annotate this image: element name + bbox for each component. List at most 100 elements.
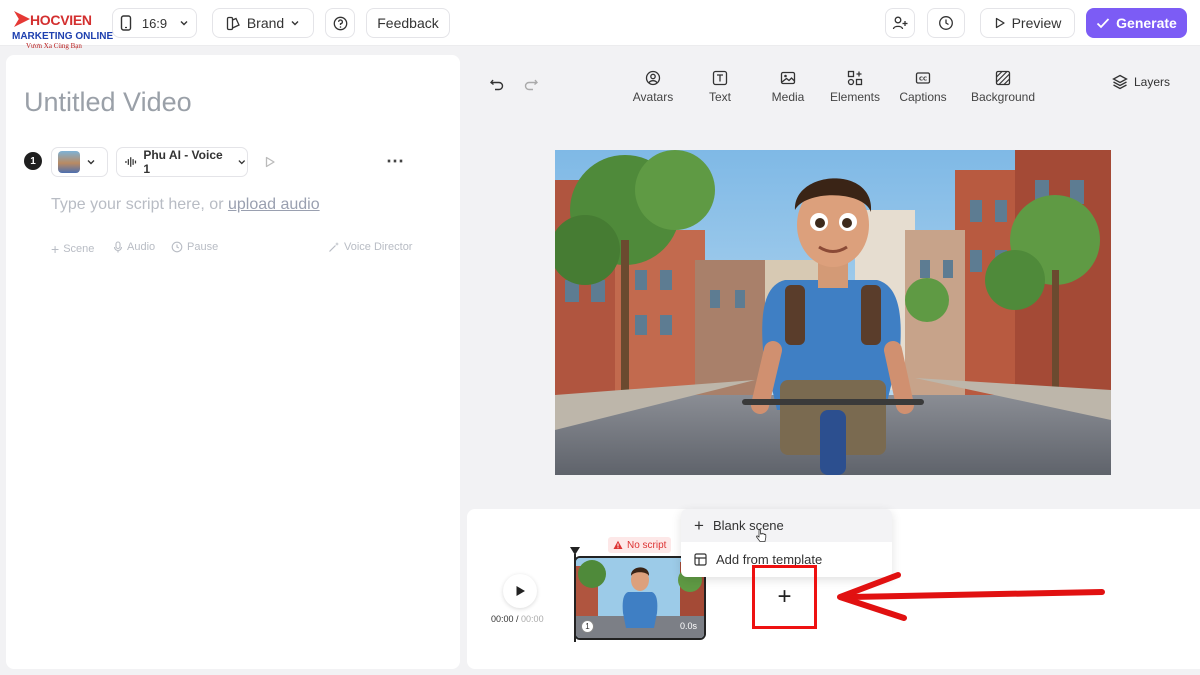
cursor-hand-icon [756, 529, 767, 542]
logo-line-2: MARKETING ONLINE [12, 31, 114, 42]
check-icon [1097, 18, 1110, 29]
scene-number-badge: 1 [24, 152, 42, 170]
layers-icon [1112, 74, 1128, 90]
add-scene-plus: + [777, 583, 792, 610]
generate-button[interactable]: Generate [1086, 8, 1187, 38]
voice-name: Phu AI - Voice 1 [143, 148, 223, 176]
captions-icon: CC [915, 72, 931, 84]
scene-thumbnail-number: 1 [581, 620, 594, 633]
layers-label: Layers [1134, 75, 1171, 89]
pause-option-label: Pause [187, 241, 219, 253]
magic-wand-icon [329, 242, 339, 252]
template-icon [694, 553, 707, 566]
script-input[interactable]: Type your script here, or upload audio [51, 196, 320, 214]
voice-director-label: Voice Director [344, 241, 413, 253]
add-user-icon [892, 16, 908, 30]
blank-scene-label: Blank scene [712, 518, 784, 533]
playhead-line [574, 554, 576, 642]
avatar [58, 151, 80, 173]
layers-button[interactable]: Layers [1112, 74, 1170, 90]
brand-logo: HOCVIEN MARKETING ONLINE Vươn Xa Cùng Bạ… [10, 9, 114, 50]
avatar-select[interactable] [51, 147, 108, 177]
video-title[interactable]: Untitled Video [24, 87, 192, 118]
help-icon [333, 16, 347, 30]
timeline-time-readout: 00:00 / 00:00 [491, 614, 544, 624]
annotation-arrow-icon [837, 572, 1105, 621]
svg-text:CC: CC [919, 77, 927, 83]
preview-button[interactable]: Preview [980, 8, 1075, 38]
aspect-ratio-label: 16:9 [141, 15, 168, 31]
logo-mark-icon [14, 11, 30, 27]
tool-media[interactable]: Media [751, 70, 825, 110]
microphone-icon [113, 241, 123, 253]
chevron-down-icon [291, 21, 299, 26]
plus-icon: + [694, 516, 704, 535]
chevron-down-icon [238, 160, 246, 165]
total-time: 00:00 [521, 614, 544, 624]
tool-label: Elements [829, 90, 881, 104]
brand-select[interactable]: Brand [212, 8, 314, 38]
play-icon [516, 586, 525, 596]
add-audio-option[interactable]: Audio [113, 241, 155, 253]
phone-icon [120, 15, 132, 31]
no-script-warning-badge: No script [608, 537, 672, 553]
chevron-down-icon [87, 160, 95, 165]
tool-label: Text [708, 90, 731, 104]
script-placeholder: Type your script here, or [51, 196, 224, 213]
tool-label: Background [970, 90, 1036, 104]
voice-director-option[interactable]: Voice Director [328, 241, 412, 253]
logo-line-3: Vươn Xa Cùng Bạn [26, 42, 82, 50]
shapes-icon [847, 70, 863, 86]
top-bar: HOCVIEN MARKETING ONLINE Vươn Xa Cùng Bạ… [0, 0, 1200, 50]
undo-icon[interactable] [489, 75, 505, 91]
tool-elements[interactable]: Elements [818, 70, 892, 110]
image-icon [780, 71, 796, 85]
timeline-play-button[interactable] [503, 574, 537, 608]
tool-label: Avatars [632, 90, 674, 104]
generate-label: Generate [1116, 15, 1177, 31]
background-pattern-icon [995, 70, 1011, 86]
feedback-label: Feedback [377, 15, 439, 31]
invite-user-button[interactable] [885, 8, 915, 38]
history-button[interactable] [927, 8, 965, 38]
preview-label: Preview [1011, 15, 1062, 31]
add-pause-option[interactable]: Pause [171, 241, 218, 253]
play-voice-button[interactable] [256, 147, 284, 177]
scene-thumbnail-duration: 0.0s [680, 621, 698, 631]
tool-captions[interactable]: CC Captions [886, 70, 960, 110]
clock-icon [939, 16, 953, 30]
scene-illustration [555, 150, 1111, 475]
tool-background[interactable]: Background [966, 70, 1040, 110]
plus-icon: + [51, 241, 60, 257]
script-panel: Untitled Video 1 Phu AI - Voice 1 ⋯ Type… [6, 55, 460, 669]
aspect-ratio-select[interactable]: 16:9 [112, 8, 197, 38]
redo-icon[interactable] [523, 75, 539, 91]
text-icon [712, 70, 728, 86]
chevron-down-icon [180, 21, 188, 26]
current-time: 00:00 [491, 614, 514, 624]
brand-kit-icon [226, 16, 240, 30]
scene-option-label: Scene [63, 243, 95, 255]
warning-icon [613, 540, 623, 549]
tool-avatars[interactable]: Avatars [616, 70, 690, 110]
logo-line-1: HOCVIEN [30, 12, 92, 28]
video-preview-canvas[interactable] [555, 150, 1111, 475]
add-scene-button[interactable]: + [752, 565, 817, 629]
upload-audio-link[interactable]: upload audio [228, 196, 320, 213]
waveform-icon [125, 157, 137, 167]
add-scene-option[interactable]: + Scene [51, 241, 94, 257]
feedback-button[interactable]: Feedback [366, 8, 450, 38]
tool-label: Media [771, 90, 805, 104]
no-script-label: No script [627, 539, 667, 551]
brand-label: Brand [246, 15, 285, 31]
help-button[interactable] [325, 8, 355, 38]
audio-option-label: Audio [127, 241, 156, 253]
avatar-icon [645, 70, 661, 86]
tool-text[interactable]: Text [683, 70, 757, 110]
play-icon [265, 156, 275, 168]
more-options-icon[interactable]: ⋯ [386, 151, 405, 172]
tool-label: Captions [899, 90, 947, 104]
menu-item-blank-scene[interactable]: + Blank scene [681, 509, 892, 542]
voice-select[interactable]: Phu AI - Voice 1 [116, 147, 248, 177]
pause-clock-icon [171, 241, 183, 253]
